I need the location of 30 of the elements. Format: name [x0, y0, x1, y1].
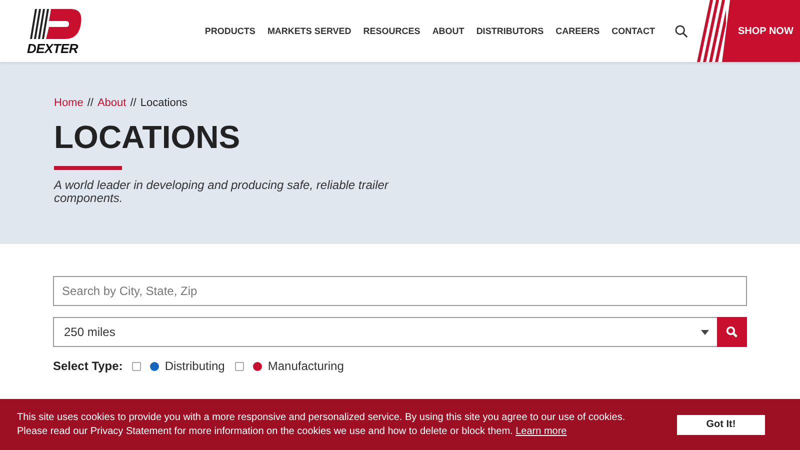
breadcrumb-link[interactable]: Home	[54, 97, 84, 109]
nav-link[interactable]: PRODUCTS	[204, 26, 256, 36]
search-icon	[726, 326, 738, 338]
nav-link[interactable]: RESOURCES	[363, 26, 420, 36]
nav-link[interactable]: ABOUT	[432, 26, 464, 36]
logo-icon[interactable]	[29, 8, 83, 38]
nav-link[interactable]: DISTRIBUTORS	[476, 26, 544, 36]
filter-label: Select Type:	[53, 359, 123, 373]
checkbox[interactable]	[132, 362, 141, 370]
breadcrumb-link[interactable]: About	[97, 97, 126, 109]
nav-link[interactable]: MARKETS SERVED	[267, 26, 352, 36]
nav-link[interactable]: CAREERS	[556, 26, 600, 36]
got-it-button[interactable]: Got It!	[677, 414, 765, 434]
logo-text[interactable]: DEXTER	[27, 40, 78, 56]
breadcrumb-separator: //	[130, 97, 136, 109]
cookie-message: This site uses cookies to provide you with a more responsive and personalized service. By using this site you agree to our use of cookies. Please read our Privacy Statement for more information on the cookies we use and how to delete or block them. Learn more	[17, 410, 626, 438]
learn-more-link[interactable]: Learn more	[516, 426, 567, 436]
checkbox-label[interactable]: Distributing	[164, 359, 225, 373]
breadcrumb-current: Locations	[140, 97, 188, 109]
page-title: LOCATIONS	[54, 119, 242, 156]
nav-link[interactable]: CONTACT	[612, 26, 655, 36]
search-field[interactable]: Search by City, State, Zip	[53, 276, 747, 306]
checkbox-label[interactable]: Manufacturing	[268, 359, 344, 373]
radius-dropdown[interactable]: 250 miles	[53, 317, 717, 347]
stripes-drawing	[696, 0, 726, 62]
checkbox[interactable]	[234, 362, 244, 370]
search-icon[interactable]	[675, 24, 688, 38]
search-button[interactable]	[717, 317, 747, 347]
breadcrumb-separator: //	[87, 97, 94, 109]
page-subtitle: A world leader in developing and producing safe, reliable trailer components.	[54, 179, 390, 205]
